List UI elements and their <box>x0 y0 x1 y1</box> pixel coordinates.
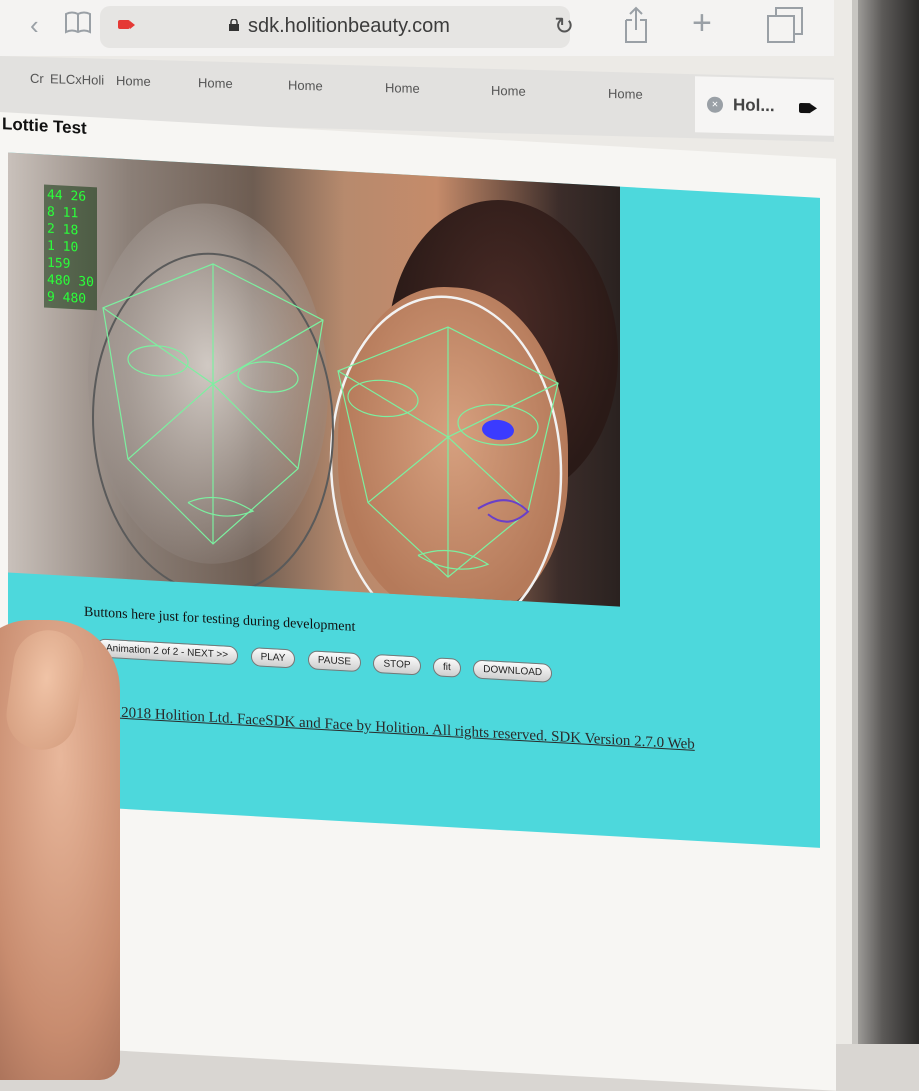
new-tab-icon[interactable]: + <box>692 4 712 43</box>
url-text: sdk.holitionbeauty.com <box>248 15 450 37</box>
web-page: Lottie Test 44 26 8 11 2 18 1 10 159 480… <box>0 112 836 1091</box>
tab[interactable]: Home <box>491 83 526 99</box>
face-mesh-overlay <box>92 252 563 607</box>
tab[interactable]: Home <box>288 78 323 94</box>
tab[interactable]: Cr <box>30 71 44 86</box>
address-bar[interactable]: sdk.holitionbeauty.com ↻ <box>100 6 574 48</box>
next-animation-button[interactable]: Animation 2 of 2 - NEXT >> <box>96 638 239 666</box>
tablet-frame: ‹ sdk.holitionbeauty.com ↻ + Cr ELCxHoli… <box>0 0 858 1091</box>
close-tab-icon[interactable]: × <box>707 96 723 113</box>
download-button[interactable]: DOWNLOAD <box>473 659 553 683</box>
stat-line: 9 480 <box>47 289 87 307</box>
tab[interactable]: Home <box>385 80 420 96</box>
share-icon[interactable] <box>622 6 650 51</box>
play-button[interactable]: PLAY <box>250 647 296 669</box>
video-camera-icon <box>799 102 811 114</box>
control-buttons: Animation 2 of 2 - NEXT >> PLAY PAUSE ST… <box>96 637 560 683</box>
tab[interactable]: Home <box>116 73 151 89</box>
dev-note: Buttons here just for testing during dev… <box>84 604 356 635</box>
tab[interactable]: ELCxHoli <box>50 71 104 87</box>
camera-feed: 44 26 8 11 2 18 1 10 159 480 30 9 480 <box>8 152 620 607</box>
copyright-link[interactable]: © 2018 Holition Ltd. FaceSDK and Face by… <box>106 704 695 754</box>
active-tab-title: Hol... <box>733 95 775 116</box>
ar-stage: 44 26 8 11 2 18 1 10 159 480 30 9 480 Bu… <box>8 152 820 848</box>
reload-icon[interactable]: ↻ <box>554 12 574 41</box>
tabs-icon[interactable] <box>766 6 804 51</box>
tab-active[interactable]: × Hol... <box>695 76 834 136</box>
back-icon[interactable]: ‹ <box>30 10 39 41</box>
page-title: Lottie Test <box>2 114 87 138</box>
tab[interactable]: Home <box>198 75 233 91</box>
bookmarks-icon[interactable] <box>64 8 92 43</box>
tracking-stats: 44 26 8 11 2 18 1 10 159 480 30 9 480 <box>44 184 97 311</box>
browser-toolbar: ‹ sdk.holitionbeauty.com ↻ + <box>0 0 834 56</box>
background-right <box>858 0 919 1044</box>
fit-button[interactable]: fit <box>432 657 461 678</box>
camera-recording-icon <box>118 20 135 29</box>
lock-icon <box>229 19 239 31</box>
tab[interactable]: Home <box>608 86 643 102</box>
pause-button[interactable]: PAUSE <box>307 650 362 673</box>
stop-button[interactable]: STOP <box>373 653 421 676</box>
